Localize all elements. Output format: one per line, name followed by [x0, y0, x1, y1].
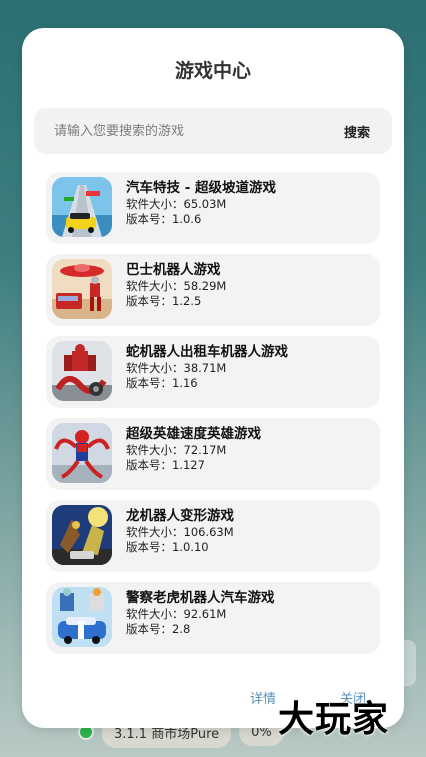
snake-robot-taxi-icon [52, 341, 112, 401]
detail-button[interactable]: 详情 [250, 688, 276, 707]
game-name: 警察老虎机器人汽车游戏 [126, 590, 275, 606]
game-name: 汽车特技 - 超级坡道游戏 [126, 180, 277, 196]
dialog-title: 游戏中心 [174, 60, 251, 82]
game-list-item[interactable]: 警察老虎机器人汽车游戏 软件大小：92.61M 版本号：2.8 [46, 582, 380, 654]
game-size: 软件大小：72.17M [126, 443, 227, 457]
game-list-item[interactable]: 蛇机器人出租车机器人游戏 软件大小：38.71M 版本号：1.16 [46, 336, 380, 408]
dragon-robot-icon [52, 505, 112, 565]
game-size: 软件大小：92.61M [126, 607, 227, 621]
watermark-logo: 大玩家 [278, 698, 390, 740]
game-version: 版本号：1.0.10 [126, 540, 209, 554]
game-size: 软件大小：106.63M [126, 525, 234, 539]
search-bar: 搜索 [34, 108, 392, 154]
game-version: 版本号：1.127 [126, 458, 205, 472]
bus-robot-ufo-icon [52, 259, 112, 319]
game-version: 版本号：1.2.5 [126, 294, 202, 308]
spider-hero-icon [52, 423, 112, 483]
game-list-item[interactable]: 超级英雄速度英雄游戏 软件大小：72.17M 版本号：1.127 [46, 418, 380, 490]
game-size: 软件大小：65.03M [126, 197, 227, 211]
game-version: 版本号：2.8 [126, 622, 191, 636]
search-button[interactable]: 搜索 [344, 122, 370, 141]
game-list-item[interactable]: 龙机器人变形游戏 软件大小：106.63M 版本号：1.0.10 [46, 500, 380, 572]
game-size: 软件大小：38.71M [126, 361, 227, 375]
game-list-item[interactable]: 巴士机器人游戏 软件大小：58.29M 版本号：1.2.5 [46, 254, 380, 326]
game-center-dialog: 游戏中心 搜索 汽车特技 - 超级坡道游戏 [22, 28, 404, 728]
stunt-car-ramp-icon [52, 177, 112, 237]
game-name: 龙机器人变形游戏 [126, 508, 234, 524]
game-list: 汽车特技 - 超级坡道游戏 软件大小：65.03M 版本号：1.0.6 巴士机器… [46, 172, 380, 664]
police-tiger-robot-icon [52, 587, 112, 647]
game-size: 软件大小：58.29M [126, 279, 227, 293]
game-name: 蛇机器人出租车机器人游戏 [126, 344, 288, 360]
game-version: 版本号：1.0.6 [126, 212, 202, 226]
game-name: 超级英雄速度英雄游戏 [126, 426, 261, 442]
search-input[interactable] [52, 108, 316, 154]
game-name: 巴士机器人游戏 [126, 262, 221, 278]
game-version: 版本号：1.16 [126, 376, 198, 390]
game-list-item[interactable]: 汽车特技 - 超级坡道游戏 软件大小：65.03M 版本号：1.0.6 [46, 172, 380, 244]
